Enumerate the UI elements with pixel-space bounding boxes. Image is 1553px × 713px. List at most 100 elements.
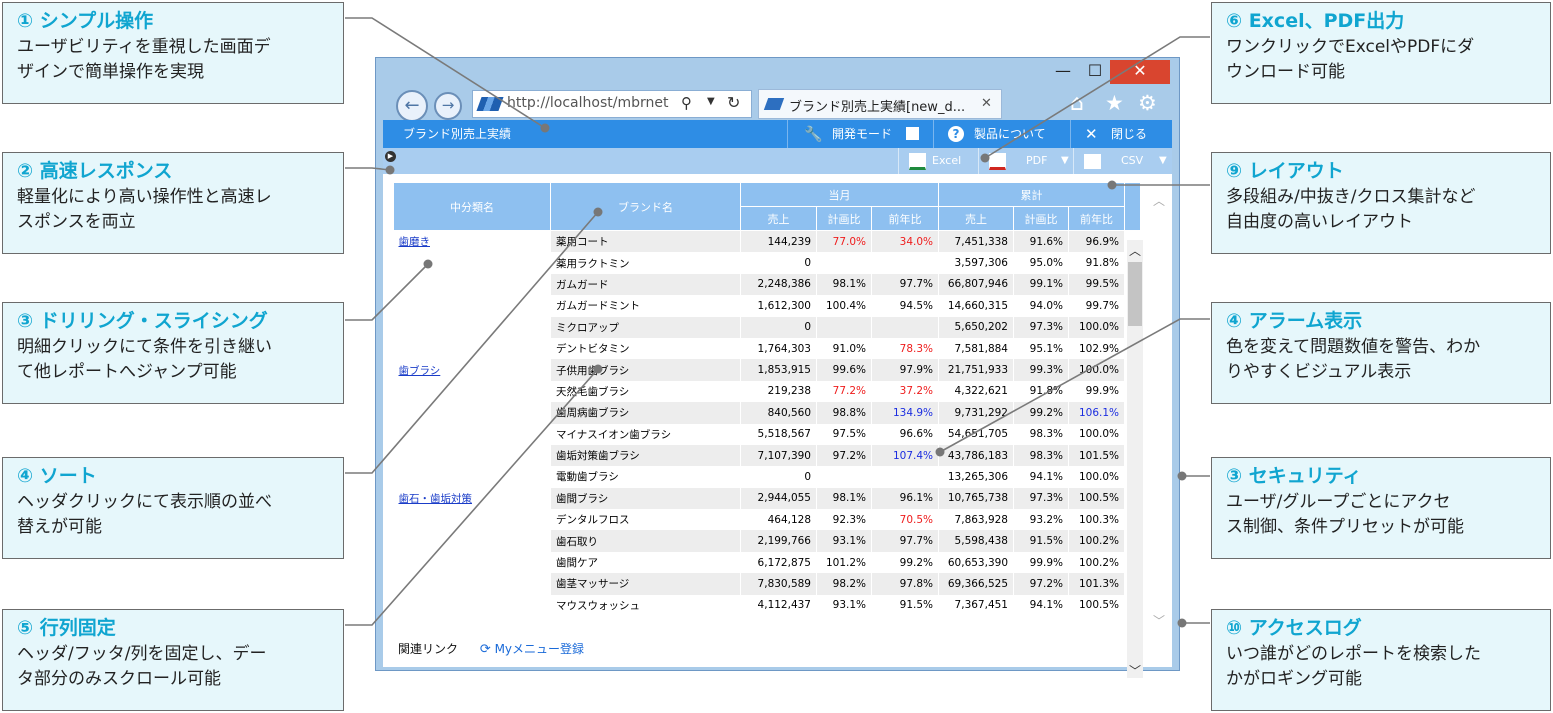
value-cell-c-plan[interactable]: 94.1% bbox=[1013, 594, 1069, 617]
about-button[interactable]: ? 製品について bbox=[933, 120, 1070, 148]
brand-cell[interactable]: 薬用コート bbox=[550, 230, 741, 253]
value-cell-c-sales[interactable]: 3,597,306 bbox=[938, 252, 1014, 274]
value-cell-m-plan[interactable]: 77.2% bbox=[816, 380, 872, 403]
value-cell-c-yoy[interactable]: 100.2% bbox=[1068, 530, 1125, 552]
table-row[interactable]: 歯間ケア 6,172,875 101.2% 99.2% 60,653,390 99.9% 1… bbox=[393, 551, 1141, 574]
value-cell-m-sales[interactable]: 840,560 bbox=[740, 402, 817, 424]
back-button[interactable]: ← bbox=[396, 90, 428, 122]
value-cell-m-yoy[interactable] bbox=[871, 466, 939, 488]
brand-cell[interactable]: 天然毛歯ブラシ bbox=[550, 380, 741, 403]
header-cum-yoy[interactable]: 前年比 bbox=[1068, 206, 1125, 231]
value-cell-m-sales[interactable]: 7,830,589 bbox=[740, 573, 817, 595]
table-scrollbar[interactable]: ︿ ﹀ bbox=[1127, 240, 1143, 678]
value-cell-c-plan[interactable]: 93.2% bbox=[1013, 509, 1069, 531]
dev-mode-checkbox[interactable] bbox=[906, 127, 919, 140]
scroll-down-icon[interactable]: ﹀ bbox=[1129, 662, 1141, 679]
scroll-up-icon[interactable]: ︿ bbox=[1129, 242, 1141, 259]
brand-cell[interactable]: 歯間ブラシ bbox=[550, 487, 741, 510]
value-cell-m-sales[interactable]: 4,112,437 bbox=[740, 594, 817, 617]
value-cell-c-yoy[interactable]: 102.9% bbox=[1068, 337, 1125, 360]
home-icon[interactable]: ⌂ bbox=[1070, 91, 1084, 116]
value-cell-c-sales[interactable]: 4,322,621 bbox=[938, 380, 1014, 403]
value-cell-m-plan[interactable]: 91.0% bbox=[816, 337, 872, 360]
value-cell-m-sales[interactable]: 0 bbox=[740, 252, 817, 274]
address-bar[interactable]: http://localhost/mbrnet ⚲ ▼ ↻ bbox=[472, 90, 752, 118]
value-cell-c-sales[interactable]: 54,651,705 bbox=[938, 423, 1014, 445]
value-cell-c-sales[interactable]: 5,598,438 bbox=[938, 530, 1014, 552]
value-cell-c-yoy[interactable]: 100.2% bbox=[1068, 551, 1125, 574]
tab-close-icon[interactable]: ✕ bbox=[981, 96, 992, 111]
table-row[interactable]: 天然毛歯ブラシ 219,238 77.2% 37.2% 4,322,621 91.8% 99… bbox=[393, 380, 1141, 403]
scrollbar-thumb[interactable] bbox=[1128, 262, 1142, 326]
value-cell-m-sales[interactable]: 1,764,303 bbox=[740, 337, 817, 360]
favorites-star-icon[interactable]: ★ bbox=[1105, 91, 1124, 115]
excel-export-button[interactable]: Excel bbox=[898, 148, 978, 174]
brand-cell[interactable]: マイナスイオン歯ブラシ bbox=[550, 423, 741, 445]
table-row[interactable]: 歯垢対策歯ブラシ 7,107,390 97.2% 107.4% 43,786,183 98… bbox=[393, 444, 1141, 467]
header-cum-sales[interactable]: 売上 bbox=[938, 206, 1014, 231]
category-link[interactable]: 歯ブラシ bbox=[399, 365, 441, 377]
value-cell-c-plan[interactable]: 91.6% bbox=[1013, 230, 1069, 253]
value-cell-m-plan[interactable]: 93.1% bbox=[816, 530, 872, 552]
value-cell-c-plan[interactable]: 91.5% bbox=[1013, 530, 1069, 552]
value-cell-c-plan[interactable]: 94.0% bbox=[1013, 295, 1069, 317]
brand-cell[interactable]: 歯間ケア bbox=[550, 551, 741, 574]
brand-cell[interactable]: 歯周病歯ブラシ bbox=[550, 402, 741, 424]
csv-dropdown-icon[interactable]: ▼ bbox=[1159, 148, 1167, 174]
value-cell-m-sales[interactable]: 219,238 bbox=[740, 380, 817, 403]
value-cell-m-yoy[interactable]: 34.0% bbox=[871, 230, 939, 253]
value-cell-m-yoy[interactable]: 97.8% bbox=[871, 573, 939, 595]
forward-button[interactable]: → bbox=[434, 92, 462, 120]
value-cell-c-sales[interactable]: 13,265,306 bbox=[938, 466, 1014, 488]
header-category[interactable]: 中分類名 bbox=[393, 182, 551, 231]
value-cell-m-yoy[interactable]: 94.5% bbox=[871, 295, 939, 317]
value-cell-c-sales[interactable]: 10,765,738 bbox=[938, 487, 1014, 510]
my-menu-link[interactable]: ⟳ Myメニュー登録 bbox=[480, 642, 584, 657]
value-cell-c-sales[interactable]: 43,786,183 bbox=[938, 444, 1014, 467]
maximize-button[interactable]: ☐ bbox=[1080, 60, 1110, 84]
value-cell-m-yoy[interactable] bbox=[871, 316, 939, 338]
value-cell-c-sales[interactable]: 66,807,946 bbox=[938, 273, 1014, 296]
value-cell-m-sales[interactable]: 1,853,915 bbox=[740, 359, 817, 381]
table-row[interactable]: ミクロアップ 0 5,650,202 97.3% 100.0% bbox=[393, 316, 1141, 338]
value-cell-m-plan[interactable]: 98.1% bbox=[816, 273, 872, 296]
value-cell-c-sales[interactable]: 7,863,928 bbox=[938, 509, 1014, 531]
value-cell-m-plan[interactable]: 99.6% bbox=[816, 359, 872, 381]
value-cell-m-sales[interactable]: 2,248,386 bbox=[740, 273, 817, 296]
value-cell-c-yoy[interactable]: 100.5% bbox=[1068, 594, 1125, 617]
brand-cell[interactable]: 歯石取り bbox=[550, 530, 741, 552]
value-cell-c-yoy[interactable]: 100.5% bbox=[1068, 487, 1125, 510]
value-cell-m-sales[interactable]: 7,107,390 bbox=[740, 444, 817, 467]
value-cell-c-plan[interactable]: 99.9% bbox=[1013, 551, 1069, 574]
value-cell-m-sales[interactable]: 5,518,567 bbox=[740, 423, 817, 445]
value-cell-c-yoy[interactable]: 106.1% bbox=[1068, 402, 1125, 424]
header-month-plan[interactable]: 計画比 bbox=[816, 206, 872, 231]
value-cell-c-plan[interactable]: 95.0% bbox=[1013, 252, 1069, 274]
table-row[interactable]: 歯磨き 薬用コート 144,239 77.0% 34.0% 7,451,338 91.6% 9… bbox=[393, 230, 1141, 253]
window-close-button[interactable]: ✕ bbox=[1110, 60, 1170, 84]
value-cell-c-plan[interactable]: 94.1% bbox=[1013, 466, 1069, 488]
value-cell-c-sales[interactable]: 14,660,315 bbox=[938, 295, 1014, 317]
value-cell-c-plan[interactable]: 95.1% bbox=[1013, 337, 1069, 360]
value-cell-c-yoy[interactable]: 100.0% bbox=[1068, 466, 1125, 488]
settings-gear-icon[interactable]: ⚙ bbox=[1138, 91, 1157, 115]
table-row[interactable]: 歯石・歯垢対策 歯間ブラシ 2,944,055 98.1% 96.1% 10,765,73… bbox=[393, 487, 1141, 510]
value-cell-m-plan[interactable] bbox=[816, 316, 872, 338]
value-cell-c-yoy[interactable]: 96.9% bbox=[1068, 230, 1125, 253]
table-row[interactable]: 歯茎マッサージ 7,830,589 98.2% 97.8% 69,366,525 97.2… bbox=[393, 573, 1141, 595]
header-month-yoy[interactable]: 前年比 bbox=[871, 206, 939, 231]
value-cell-c-yoy[interactable]: 91.8% bbox=[1068, 252, 1125, 274]
value-cell-m-yoy[interactable]: 91.5% bbox=[871, 594, 939, 617]
table-row[interactable]: 電動歯ブラシ 0 13,265,306 94.1% 100.0% bbox=[393, 466, 1141, 488]
value-cell-c-yoy[interactable]: 100.3% bbox=[1068, 509, 1125, 531]
value-cell-c-sales[interactable]: 5,650,202 bbox=[938, 316, 1014, 338]
value-cell-c-sales[interactable]: 7,581,884 bbox=[938, 337, 1014, 360]
value-cell-m-plan[interactable]: 77.0% bbox=[816, 230, 872, 253]
value-cell-c-plan[interactable]: 97.3% bbox=[1013, 316, 1069, 338]
value-cell-m-plan[interactable]: 97.5% bbox=[816, 423, 872, 445]
value-cell-c-yoy[interactable]: 100.0% bbox=[1068, 359, 1125, 381]
table-row[interactable]: 歯ブラシ 子供用歯ブラシ 1,853,915 99.6% 97.9% 21,751,933… bbox=[393, 359, 1141, 381]
page-scroll-up-icon[interactable]: ︿ bbox=[1153, 192, 1165, 209]
table-row[interactable]: デントビタミン 1,764,303 91.0% 78.3% 7,581,884 95.1%… bbox=[393, 337, 1141, 360]
table-row[interactable]: 歯周病歯ブラシ 840,560 98.8% 134.9% 9,731,292 99.2% 1… bbox=[393, 402, 1141, 424]
